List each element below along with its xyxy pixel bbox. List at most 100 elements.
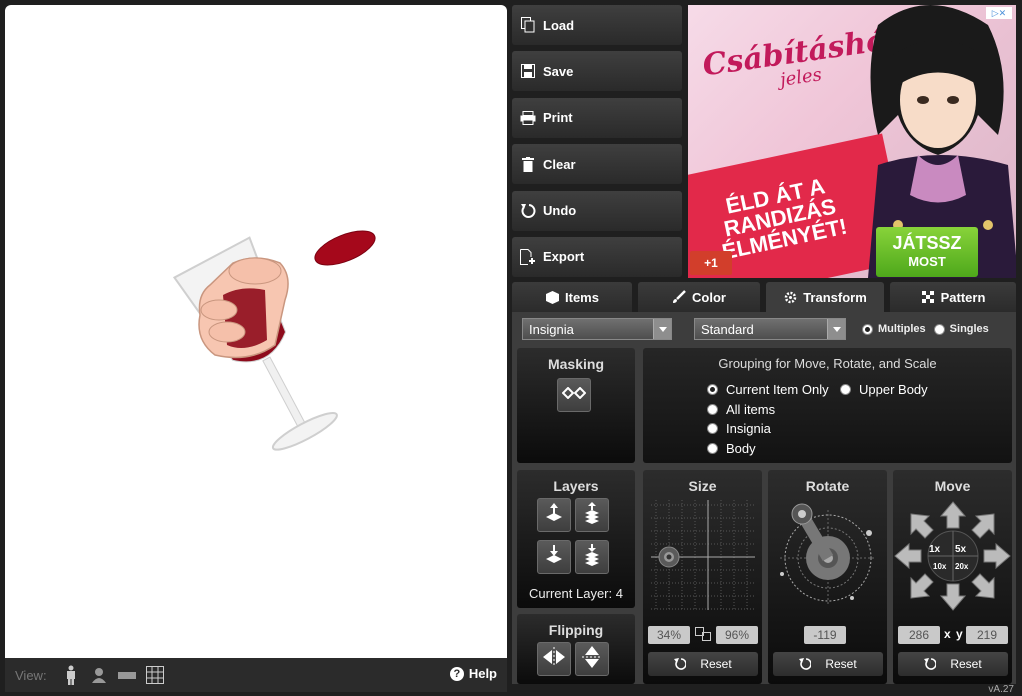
chevron-down-icon <box>827 319 845 339</box>
tab-items-label: Items <box>565 289 599 305</box>
bar-view-icon[interactable] <box>115 663 139 687</box>
flip-horizontal-button[interactable] <box>537 642 571 676</box>
move-down-layer-button[interactable] <box>537 540 571 574</box>
tab-pattern-label: Pattern <box>940 289 986 305</box>
load-label: Load <box>543 17 575 33</box>
help-button[interactable]: ? Help <box>449 666 497 681</box>
grouping-upper-body-radio[interactable]: Upper Body <box>840 380 928 400</box>
move-x-field[interactable]: 286 <box>898 626 940 644</box>
size-title: Size <box>688 478 717 494</box>
export-label: Export <box>543 249 585 265</box>
drawing-canvas[interactable] <box>5 5 507 658</box>
play-now-button[interactable]: JÁTSSZ MOST <box>876 227 978 277</box>
full-body-view-icon[interactable] <box>59 663 83 687</box>
export-button[interactable]: Export <box>512 236 682 277</box>
undo-icon <box>520 203 536 219</box>
size-reset-label: Reset <box>700 657 732 671</box>
ad-brand-sub: jeles <box>778 64 824 91</box>
view-label: View: <box>15 667 47 683</box>
rotate-value: -119 <box>813 628 837 642</box>
move-step-20x[interactable]: 20x <box>955 562 968 571</box>
rotate-dial[interactable] <box>772 500 884 610</box>
flipping-box: Flipping <box>517 614 635 684</box>
grid-view-icon[interactable] <box>143 663 167 687</box>
radio-selected-icon <box>707 384 718 396</box>
grouping-current-item-radio[interactable]: Current Item Only <box>707 380 829 400</box>
size-width-field[interactable]: 34% <box>648 626 690 644</box>
rotate-reset-label: Reset <box>825 657 857 671</box>
clear-label: Clear <box>543 156 576 172</box>
radio-icon <box>933 323 945 335</box>
floppy-icon <box>520 63 536 79</box>
load-button[interactable]: Load <box>512 5 682 45</box>
ad-choices-icon[interactable]: ▷✕ <box>986 7 1012 19</box>
move-y-field[interactable]: 219 <box>966 626 1008 644</box>
grouping-insignia-radio[interactable]: Insignia <box>707 419 829 439</box>
move-title: Move <box>934 478 971 494</box>
printer-icon <box>520 110 536 126</box>
version-label: vA.27 <box>988 684 1014 695</box>
multiples-radio[interactable]: Multiples <box>862 323 926 335</box>
move-step-5x[interactable]: 5x <box>955 544 966 555</box>
mask-button[interactable] <box>557 378 591 412</box>
singles-radio[interactable]: Singles <box>933 323 989 335</box>
wine-splash <box>314 230 376 266</box>
grouping-option-label: Insignia <box>726 421 771 437</box>
size-grid-pad[interactable] <box>651 500 755 610</box>
undo-button[interactable]: Undo <box>512 190 682 231</box>
grouping-options-col1: Current Item Only All items Insignia Bod… <box>707 380 829 458</box>
size-height-unit: % <box>738 628 750 642</box>
masking-title: Masking <box>547 356 604 372</box>
tab-pattern[interactable]: Pattern <box>890 282 1016 312</box>
brush-icon <box>672 290 686 304</box>
editor-tabs: Items Color Transform Pattern <box>512 282 1016 312</box>
wine-glass-drawing[interactable] <box>5 5 507 658</box>
move-up-arrow <box>939 501 967 529</box>
tab-items[interactable]: Items <box>512 282 632 312</box>
rotate-reset-button[interactable]: Reset <box>773 652 883 676</box>
tab-color[interactable]: Color <box>638 282 760 312</box>
gplus-label: +1 <box>704 256 718 270</box>
clear-button[interactable]: Clear <box>512 144 682 185</box>
save-button[interactable]: Save <box>512 51 682 92</box>
tab-transform[interactable]: Transform <box>766 282 884 312</box>
move-to-top-layer-button[interactable] <box>575 498 609 532</box>
flip-vertical-icon <box>582 645 602 673</box>
move-to-bottom-layer-button[interactable] <box>575 540 609 574</box>
size-width-value: 34 <box>656 628 671 642</box>
move-x-label: x <box>944 627 951 641</box>
rotate-value-field[interactable]: -119 <box>804 626 846 644</box>
link-ratio-icon[interactable] <box>695 627 711 646</box>
move-step-10x[interactable]: 10x <box>933 562 946 571</box>
flip-horizontal-icon <box>543 646 565 672</box>
advertisement-banner[interactable]: Csábításhól jeles ÉLD ÁT A RANDIZÁS ÉLMÉ… <box>688 5 1016 278</box>
reset-icon <box>674 658 687 670</box>
move-step-1x[interactable]: 1x <box>929 544 940 555</box>
size-width-unit: % <box>670 628 682 642</box>
print-label: Print <box>543 110 573 126</box>
grouping-option-label: Current Item Only <box>726 382 829 398</box>
move-reset-button[interactable]: Reset <box>898 652 1008 676</box>
size-height-field[interactable]: 96% <box>716 626 758 644</box>
arrow-bottom-icon <box>584 543 600 571</box>
save-label: Save <box>543 63 574 79</box>
style-select[interactable]: Standard <box>694 318 846 340</box>
grouping-option-label: Upper Body <box>859 382 928 398</box>
move-arrow-pad[interactable] <box>893 500 1012 612</box>
google-plus-one-button[interactable]: +1 <box>690 251 732 275</box>
grouping-all-items-radio[interactable]: All items <box>707 400 829 420</box>
size-reset-button[interactable]: Reset <box>648 652 758 676</box>
move-down-arrow <box>939 583 967 611</box>
print-button[interactable]: Print <box>512 97 682 138</box>
flip-vertical-button[interactable] <box>575 642 609 676</box>
grouping-title: Grouping for Move, Rotate, and Scale <box>718 356 937 371</box>
upper-body-view-icon[interactable] <box>87 663 111 687</box>
radio-icon <box>707 403 718 415</box>
grouping-body-radio[interactable]: Body <box>707 439 829 459</box>
category-select[interactable]: Insignia <box>522 318 672 340</box>
ad-choices-label: ▷✕ <box>991 8 1007 18</box>
chevron-down-icon <box>653 319 671 339</box>
style-select-value: Standard <box>701 321 754 337</box>
move-up-layer-button[interactable] <box>537 498 571 532</box>
grouping-option-label: All items <box>726 401 776 417</box>
